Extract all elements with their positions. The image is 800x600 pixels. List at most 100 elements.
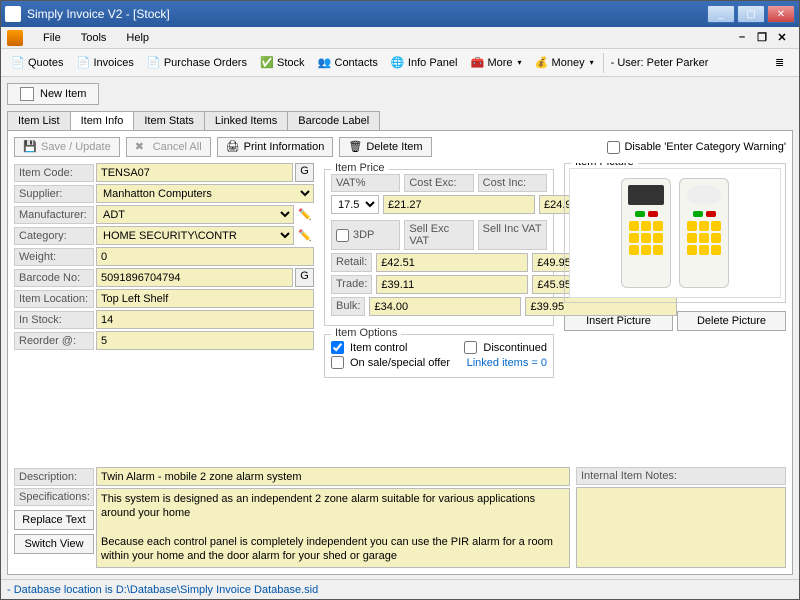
label-reorder: Reorder @:	[14, 332, 94, 350]
toolbar-money[interactable]: 💰Money▾	[529, 53, 600, 73]
app-window: Simply Invoice V2 - [Stock] _ ▢ ✕ File T…	[0, 0, 800, 600]
menu-tools[interactable]: Tools	[71, 30, 117, 46]
label-weight: Weight:	[14, 248, 94, 266]
edit-category-icon[interactable]: ✏️	[296, 227, 314, 245]
sell-exc-header: Sell Exc VAT	[404, 220, 473, 250]
toolbar-purchase-orders[interactable]: 📄Purchase Orders	[141, 53, 253, 73]
vat-select[interactable]: 17.5	[331, 195, 379, 214]
tab-item-info[interactable]: Item Info	[70, 111, 135, 130]
delete-item-button[interactable]: 🗑Delete Item	[339, 137, 431, 157]
toolbar-invoices[interactable]: 📄Invoices	[70, 53, 139, 73]
disable-warning-label: Disable 'Enter Category Warning'	[624, 141, 786, 153]
label-barcode: Barcode No:	[14, 269, 94, 287]
cost-exc-input[interactable]	[383, 195, 535, 214]
toolbar-contacts[interactable]: 👥Contacts	[312, 53, 384, 73]
disable-warning-checkbox[interactable]	[607, 141, 620, 154]
toolbar-overflow[interactable]: ≣	[769, 53, 795, 73]
barcode-input[interactable]	[96, 268, 293, 287]
close-button[interactable]: ✕	[767, 5, 795, 23]
toolbar-info-panel[interactable]: 🌐Info Panel	[385, 53, 464, 73]
label-description: Description:	[14, 468, 94, 486]
delete-icon: 🗑	[348, 140, 362, 154]
label-specifications: Specifications:	[14, 488, 94, 506]
delete-picture-button[interactable]: Delete Picture	[677, 311, 786, 331]
action-row: 💾Save / Update ✖Cancel All 🖨Print Inform…	[14, 137, 786, 157]
tab-item-stats[interactable]: Item Stats	[133, 111, 205, 130]
reorder-input[interactable]	[96, 331, 314, 350]
supplier-select[interactable]: Manhatton Computers	[96, 184, 314, 203]
menubar: File Tools Help – ❐ ✕	[1, 27, 799, 49]
discontinued-checkbox[interactable]	[464, 341, 477, 354]
titlebar: Simply Invoice V2 - [Stock] _ ▢ ✕	[1, 1, 799, 27]
info-icon: 🌐	[391, 56, 405, 70]
maximize-button[interactable]: ▢	[737, 5, 765, 23]
weight-input[interactable]	[96, 247, 314, 266]
mdi-close[interactable]: ✕	[775, 31, 789, 45]
minimize-button[interactable]: _	[707, 5, 735, 23]
item-picture-group: Item Picture	[564, 163, 786, 303]
manufacturer-select[interactable]: ADT	[96, 205, 294, 224]
linked-items-link[interactable]: Linked items = 0	[467, 357, 547, 369]
trade-header: Trade:	[331, 275, 372, 294]
device-image-2	[679, 178, 729, 288]
print-icon: 🖨	[226, 140, 240, 154]
cancel-all-button[interactable]: ✖Cancel All	[126, 137, 211, 157]
toolbar-stock[interactable]: ✅Stock	[254, 53, 311, 73]
tab-item-list[interactable]: Item List	[7, 111, 71, 130]
category-select[interactable]: HOME SECURITY\CONTR	[96, 226, 294, 245]
cost-inc-header: Cost Inc:	[478, 174, 547, 192]
left-column: Item Code:G Supplier:Manhatton Computers…	[14, 163, 314, 461]
item-control-checkbox[interactable]	[331, 341, 344, 354]
specifications-textarea[interactable]: This system is designed as an independen…	[96, 488, 570, 568]
toolbar-separator	[603, 53, 604, 73]
tab-barcode-label[interactable]: Barcode Label	[287, 111, 380, 130]
window-title: Simply Invoice V2 - [Stock]	[27, 7, 707, 21]
internal-notes-textarea[interactable]	[576, 487, 786, 568]
chevron-down-icon: ▾	[518, 58, 522, 67]
item-code-g-button[interactable]: G	[295, 163, 314, 182]
trade-exc-input[interactable]	[376, 275, 528, 294]
mdi-restore[interactable]: ❐	[755, 31, 769, 45]
retail-header: Retail:	[331, 253, 372, 272]
on-sale-checkbox[interactable]	[331, 356, 344, 369]
tabs: Item List Item Info Item Stats Linked It…	[7, 111, 793, 130]
more-icon: 🧰	[470, 56, 484, 70]
bulk-header: Bulk:	[331, 297, 365, 316]
label-location: Item Location:	[14, 290, 94, 308]
location-input[interactable]	[96, 289, 314, 308]
in-stock-input[interactable]	[96, 310, 314, 329]
menu-file[interactable]: File	[33, 30, 71, 46]
print-information-button[interactable]: 🖨Print Information	[217, 137, 334, 157]
content-area: New Item Item List Item Info Item Stats …	[1, 77, 799, 579]
retail-exc-input[interactable]	[376, 253, 528, 272]
new-item-button[interactable]: New Item	[7, 83, 99, 105]
switch-view-button[interactable]: Switch View	[14, 534, 94, 554]
device-image-1	[621, 178, 671, 288]
mdi-minimize[interactable]: –	[735, 31, 749, 45]
item-code-input[interactable]	[96, 163, 293, 182]
toolbar-more[interactable]: 🧰More▾	[464, 53, 527, 73]
item-options-group: Item Options Item controlDiscontinued On…	[324, 334, 554, 378]
chevron-down-icon: ▾	[590, 58, 594, 67]
overflow-icon: ≣	[775, 56, 789, 70]
barcode-g-button[interactable]: G	[295, 268, 314, 287]
status-text: - Database location is D:\Database\Simpl…	[7, 584, 318, 596]
toolbar-user: - User: Peter Parker	[611, 57, 709, 69]
menu-help[interactable]: Help	[116, 30, 159, 46]
money-icon: 💰	[535, 56, 549, 70]
tab-linked-items[interactable]: Linked Items	[204, 111, 288, 130]
description-input[interactable]	[96, 467, 570, 486]
toolbar-quotes[interactable]: 📄Quotes	[5, 53, 69, 73]
replace-text-button[interactable]: Replace Text	[14, 510, 94, 530]
middle-column: Item Price VAT%Cost Exc:Cost Inc: 17.5 3…	[324, 163, 554, 461]
label-item-code: Item Code:	[14, 164, 94, 182]
tab-body: 💾Save / Update ✖Cancel All 🖨Print Inform…	[7, 130, 793, 575]
edit-manufacturer-icon[interactable]: ✏️	[296, 206, 314, 224]
label-category: Category:	[14, 227, 94, 245]
app-icon	[5, 6, 21, 22]
label-internal-notes: Internal Item Notes:	[576, 467, 786, 485]
save-update-button[interactable]: 💾Save / Update	[14, 137, 120, 157]
bulk-exc-input[interactable]	[369, 297, 521, 316]
contacts-icon: 👥	[318, 56, 332, 70]
threedp-checkbox[interactable]	[336, 229, 349, 242]
